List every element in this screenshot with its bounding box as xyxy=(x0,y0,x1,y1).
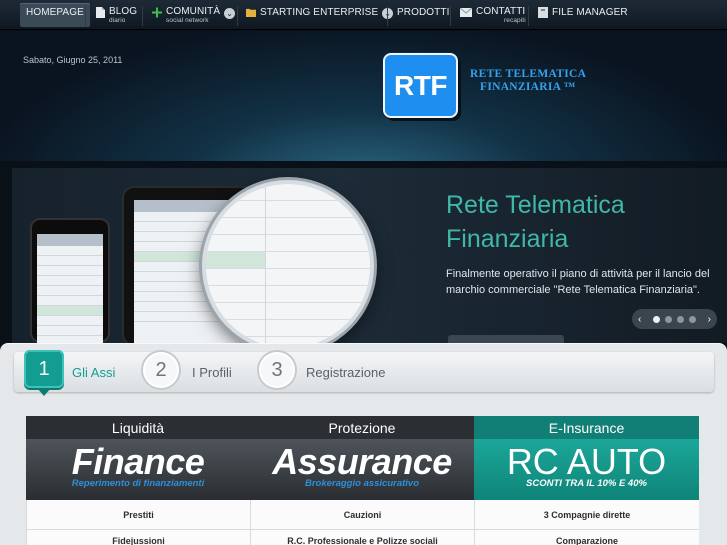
nav-homepage-label: HOMEPAGE xyxy=(26,7,84,18)
slide-read-more-button[interactable] xyxy=(448,335,564,343)
nav-separator xyxy=(528,6,529,26)
step-1-label[interactable]: Gli Assi xyxy=(72,365,115,380)
site-logo[interactable]: RTF xyxy=(383,53,458,118)
column-banner[interactable]: Assurance Brokeraggio assicurativo xyxy=(250,439,474,500)
column-item[interactable]: 3 Compagnie dirette xyxy=(474,500,699,530)
column-e-insurance: E-Insurance RC AUTO SCONTI TRA IL 10% E … xyxy=(474,416,699,545)
nav-homepage[interactable]: HOMEPAGE xyxy=(20,3,90,27)
column-heading: Protezione xyxy=(250,416,474,439)
nav-blog-sub: diario xyxy=(109,17,126,24)
nav-separator xyxy=(387,6,388,26)
slider-dot[interactable] xyxy=(689,315,696,323)
step-2-label[interactable]: I Profili xyxy=(192,365,232,380)
column-banner-title: Assurance xyxy=(272,441,452,482)
folder-icon xyxy=(246,8,256,18)
nav-contatti-sub: recapiti xyxy=(504,17,526,24)
column-item[interactable]: Fidejussioni xyxy=(26,530,250,545)
column-liquidita: Liquidità Finance Reperimento di finanzi… xyxy=(26,416,250,545)
envelope-icon xyxy=(460,7,472,17)
logo-line-2: FINANZIARIA ™ xyxy=(480,81,576,93)
magnifier-image xyxy=(202,180,374,343)
slider-prev-button[interactable]: ‹ xyxy=(638,314,641,325)
site-header: Sabato, Giugno 25, 2011 RTF RETE TELEMAT… xyxy=(0,31,727,161)
nav-blog[interactable]: BLOG diario xyxy=(95,3,137,27)
logo-wordmark[interactable]: RETE TELEMATICA FINANZIARIA ™ xyxy=(470,68,586,94)
plus-icon xyxy=(152,7,162,18)
slide-title: Rete Telematica Finanziaria xyxy=(446,188,625,256)
nav-comunita-label: COMUNITÀ xyxy=(166,6,221,17)
step-1-button[interactable]: 1 xyxy=(24,350,64,388)
step-1-number: 1 xyxy=(38,357,50,380)
services-columns: Liquidità Finance Reperimento di finanzi… xyxy=(26,416,699,545)
phone-image xyxy=(30,218,110,343)
slider-controls: ‹ › xyxy=(632,309,717,329)
nav-starting-enterprise[interactable]: STARTING ENTERPRISE ⌄ xyxy=(246,3,394,27)
top-navigation: HOMEPAGE BLOG diario COMUNITÀ social net… xyxy=(0,0,727,30)
column-banner-title: Finance xyxy=(71,441,205,482)
nav-comunita-sub: social network xyxy=(166,17,209,24)
column-banner-subtitle: Reperimento di finanziamenti xyxy=(71,478,205,489)
nav-prodotti[interactable]: PRODOTTI xyxy=(397,3,449,27)
column-heading: E-Insurance xyxy=(474,416,699,439)
logo-line-1: RETE TELEMATICA xyxy=(470,68,587,80)
chevron-down-icon[interactable]: ⌄ xyxy=(224,8,236,19)
column-banner[interactable]: RC AUTO SCONTI TRA IL 10% E 40% xyxy=(474,439,699,500)
nav-starting-enterprise-label: STARTING ENTERPRISE xyxy=(260,7,379,18)
slide-title-line-2: Finanziaria xyxy=(446,225,569,253)
step-3-label[interactable]: Registrazione xyxy=(306,365,386,380)
hero-slider: Rete Telematica Finanziaria Finalmente o… xyxy=(12,168,727,343)
step-2-button[interactable]: 2 xyxy=(143,352,179,388)
step-2-number: 2 xyxy=(155,358,167,381)
slide-description: Finalmente operativo il piano di attivit… xyxy=(446,268,710,296)
nav-separator xyxy=(85,6,86,26)
nav-separator xyxy=(237,6,238,26)
logo-letters: RTF xyxy=(394,69,447,101)
nav-comunita[interactable]: COMUNITÀ social network ⌄ xyxy=(152,3,236,27)
slider-next-button[interactable]: › xyxy=(708,314,711,325)
document-icon xyxy=(96,7,105,18)
column-item[interactable]: Cauzioni xyxy=(250,500,474,530)
nav-contatti[interactable]: CONTATTI recapiti xyxy=(460,3,526,27)
column-protezione: Protezione Assurance Brokeraggio assicur… xyxy=(250,416,474,545)
column-item[interactable]: R.C. Professionale e Polizze sociali xyxy=(250,530,474,545)
column-item[interactable]: Prestiti xyxy=(26,500,250,530)
slider-dot[interactable] xyxy=(677,315,684,323)
step-3-button[interactable]: 3 xyxy=(259,352,295,388)
nav-prodotti-label: PRODOTTI xyxy=(397,7,450,18)
nav-file-manager-label: FILE MANAGER xyxy=(552,7,628,18)
slider-dot[interactable] xyxy=(653,315,660,323)
active-step-pointer xyxy=(37,388,51,396)
archive-icon xyxy=(538,7,548,18)
slider-dots xyxy=(653,315,696,323)
nav-separator xyxy=(450,6,451,26)
nav-separator xyxy=(142,6,143,26)
nav-contatti-label: CONTATTI xyxy=(476,6,526,17)
slide-title-line-1: Rete Telematica xyxy=(446,191,625,219)
current-date: Sabato, Giugno 25, 2011 xyxy=(23,55,123,65)
slider-dot[interactable] xyxy=(665,315,672,323)
step-3-number: 3 xyxy=(271,358,283,381)
column-banner-title: RC AUTO xyxy=(506,441,667,482)
column-banner[interactable]: Finance Reperimento di finanziamenti xyxy=(26,439,250,500)
column-item[interactable]: Comparazione xyxy=(474,530,699,545)
nav-blog-label: BLOG xyxy=(109,6,138,17)
nav-file-manager[interactable]: FILE MANAGER xyxy=(538,3,628,27)
column-heading: Liquidità xyxy=(26,416,250,439)
